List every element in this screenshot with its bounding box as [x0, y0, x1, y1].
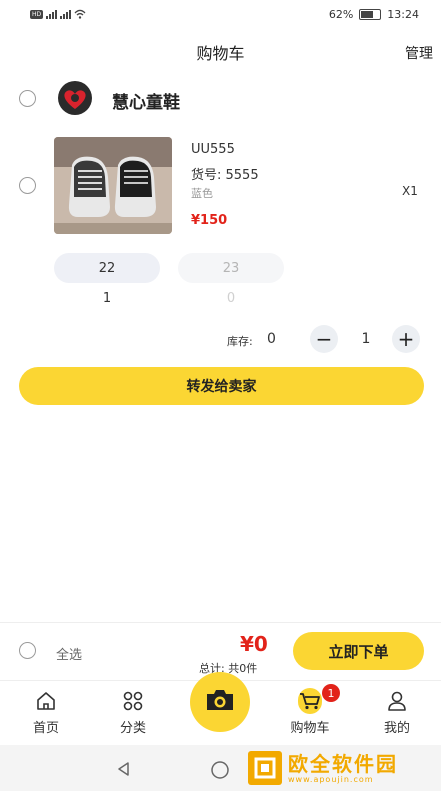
checkout-divider [0, 622, 441, 623]
place-order-button[interactable]: 立即下单 [293, 632, 424, 670]
category-icon [121, 689, 145, 713]
product-price: ¥150 [191, 213, 228, 228]
product-color: 蓝色 [191, 187, 213, 200]
size-chip-23[interactable]: 23 [178, 253, 284, 283]
manage-button[interactable]: 管理 [405, 43, 433, 63]
tab-home-label: 首页 [32, 721, 59, 736]
size-count-22: 1 [102, 291, 112, 306]
size-chip-22[interactable]: 22 [54, 253, 160, 283]
back-icon[interactable] [116, 761, 132, 777]
product-name: UU555 [191, 142, 235, 157]
home-nav-icon[interactable] [210, 760, 230, 780]
tab-profile[interactable]: 我的 [357, 684, 437, 736]
tab-home[interactable]: 首页 [6, 684, 86, 736]
product-image[interactable] [54, 137, 172, 234]
wifi-icon [74, 9, 86, 19]
total-price: ¥0 [240, 632, 268, 656]
watermark-url: www.apoujin.com [288, 774, 374, 784]
watermark-logo-icon [248, 751, 282, 785]
tab-category[interactable]: 分类 [93, 684, 173, 736]
tab-profile-label: 我的 [383, 721, 410, 736]
battery-percent: 62% [328, 8, 354, 21]
size-count-23: 0 [226, 291, 236, 306]
battery-icon [359, 9, 382, 20]
stock-value: 0 [267, 331, 276, 347]
cart-count-badge: 1 [322, 684, 340, 702]
network-indicators: HD [30, 9, 86, 19]
minus-icon: − [315, 327, 333, 351]
camera-button[interactable] [190, 672, 250, 732]
plus-icon: + [397, 327, 415, 351]
quantity-increase-button[interactable]: + [392, 325, 420, 353]
shop-avatar [54, 80, 96, 116]
shop-name[interactable]: 慧心童鞋 [112, 88, 180, 113]
product-select-radio[interactable] [19, 177, 36, 194]
home-icon [34, 689, 58, 713]
shop-select-radio[interactable] [19, 90, 36, 107]
quantity-value: 1 [361, 331, 371, 347]
tab-cart-label: 购物车 [290, 721, 330, 736]
status-right: 62% 13:24 [329, 8, 419, 21]
select-all-label[interactable]: 全选 [56, 644, 82, 663]
status-bar: HD 62% 13:24 [0, 0, 441, 30]
signal-icon-2 [60, 9, 72, 19]
product-quantity: X1 [402, 184, 418, 198]
watermark-title: 欧全软件园 [288, 751, 398, 776]
signal-icon [46, 9, 58, 19]
tab-category-label: 分类 [119, 721, 146, 736]
watermark: 欧全软件园 www.apoujin.com [248, 748, 438, 788]
cart-icon [298, 688, 322, 714]
product-code: 货号: 5555 [191, 168, 259, 183]
forward-to-seller-button[interactable]: 转发给卖家 [19, 367, 424, 405]
camera-icon [204, 687, 236, 717]
clock: 13:24 [387, 8, 419, 21]
quantity-decrease-button[interactable]: − [310, 325, 338, 353]
page-title: 购物车 [196, 44, 245, 63]
profile-icon [385, 689, 409, 713]
stock-label: 库存: [227, 335, 253, 348]
select-all-radio[interactable] [19, 642, 36, 659]
hd-icon: HD [30, 9, 44, 19]
